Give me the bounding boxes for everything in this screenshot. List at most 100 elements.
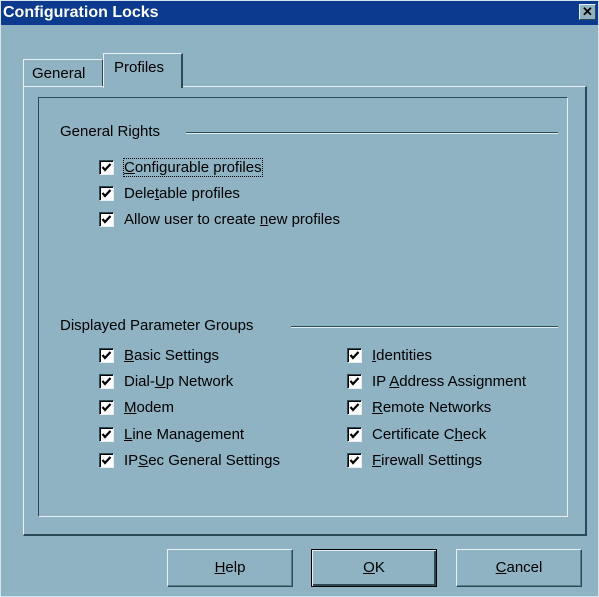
general-rights-checkbox-1[interactable]: Configurable profiles	[99, 158, 263, 177]
close-icon: ✕	[582, 4, 593, 19]
ok-mnemonic: O	[363, 559, 375, 576]
checkmark-icon	[101, 403, 112, 412]
checkbox-box[interactable]	[347, 453, 362, 468]
checkbox-box[interactable]	[347, 348, 362, 363]
label-post: odem	[136, 399, 175, 416]
general-rights-heading: General Rights	[60, 123, 161, 140]
configuration-locks-dialog: Configuration Locks ✕ General Profiles G…	[0, 0, 599, 597]
checkmark-icon	[101, 163, 112, 172]
param-group-right-checkbox-3-label: Remote Networks	[372, 399, 491, 416]
tab-general-label: General	[32, 65, 86, 82]
checkmark-icon	[349, 430, 360, 439]
tab-general[interactable]: General	[23, 59, 103, 87]
checkbox-box[interactable]	[99, 400, 114, 415]
label-mnemonic: A	[389, 373, 400, 390]
checkmark-icon	[101, 430, 112, 439]
param-group-right-checkbox-1[interactable]: Identities	[347, 347, 432, 364]
checkmark-icon	[101, 215, 112, 224]
checkbox-box[interactable]	[99, 453, 114, 468]
checkbox-box[interactable]	[99, 348, 114, 363]
param-group-left-checkbox-4-label: Line Management	[124, 426, 244, 443]
label-pre: Allow user to create	[124, 211, 260, 228]
help-button[interactable]: Help	[167, 549, 293, 587]
checkmark-icon	[349, 377, 360, 386]
checkbox-box[interactable]	[99, 160, 114, 175]
label-pre: IP	[124, 452, 139, 469]
param-group-right-checkbox-5-label: Firewall Settings	[372, 452, 482, 469]
param-group-left-checkbox-3[interactable]: Modem	[99, 399, 174, 416]
general-rights-checkbox-2[interactable]: Deletable profiles	[99, 185, 240, 202]
checkmark-icon	[101, 351, 112, 360]
param-group-left-checkbox-2-label: Dial-Up Network	[124, 373, 233, 390]
label-post: eck	[462, 426, 487, 443]
window-title: Configuration Locks	[3, 4, 159, 21]
label-mnemonic: C	[124, 159, 135, 176]
checkbox-box[interactable]	[347, 427, 362, 442]
param-group-right-checkbox-4-label: Certificate Check	[372, 426, 486, 443]
general-rights-checkbox-3-label: Allow user to create new profiles	[124, 211, 340, 228]
checkbox-box[interactable]	[99, 374, 114, 389]
checkmark-icon	[101, 189, 112, 198]
param-group-right-checkbox-1-label: Identities	[372, 347, 432, 364]
title-bar: Configuration Locks ✕	[1, 1, 598, 25]
label-post: irewall Settings	[381, 452, 483, 469]
checkbox-box[interactable]	[99, 186, 114, 201]
checkmark-icon	[349, 403, 360, 412]
cancel-button[interactable]: Cancel	[456, 549, 582, 587]
label-post: ec General Settings	[148, 452, 280, 469]
label-post: dentities	[376, 347, 433, 364]
label-post: able profiles	[159, 185, 240, 202]
label-mnemonic: M	[124, 399, 137, 416]
general-rights-checkbox-1-label: Configurable profiles	[123, 158, 263, 177]
label-mnemonic: B	[124, 347, 135, 364]
param-group-right-checkbox-5[interactable]: Firewall Settings	[347, 452, 482, 469]
checkmark-icon	[101, 456, 112, 465]
help-label: elp	[225, 559, 246, 576]
param-group-right-checkbox-4[interactable]: Certificate Check	[347, 426, 486, 443]
parameter-groups-divider	[291, 326, 558, 328]
label-post: onfigurable profiles	[134, 159, 262, 176]
param-group-right-checkbox-3[interactable]: Remote Networks	[347, 399, 491, 416]
label-post: ine Management	[132, 426, 245, 443]
cancel-mnemonic: C	[495, 559, 507, 576]
help-mnemonic: H	[214, 559, 226, 576]
tab-profiles[interactable]: Profiles	[103, 53, 183, 88]
label-post: ddress Assignment	[399, 373, 526, 390]
label-post: emote Networks	[382, 399, 492, 416]
label-post: p Network	[165, 373, 234, 390]
label-mnemonic: U	[154, 373, 166, 390]
param-group-left-checkbox-1[interactable]: Basic Settings	[99, 347, 219, 364]
cancel-label: ancel	[506, 559, 543, 576]
ok-button[interactable]: OK	[311, 549, 437, 587]
parameter-groups-heading: Displayed Parameter Groups	[60, 317, 254, 334]
label-mnemonic: h	[454, 426, 463, 443]
label-pre: Dial-	[124, 373, 155, 390]
label-pre: Certificate C	[372, 426, 455, 443]
param-group-left-checkbox-1-label: Basic Settings	[124, 347, 219, 364]
param-group-left-checkbox-3-label: Modem	[124, 399, 174, 416]
param-group-right-checkbox-2[interactable]: IP Address Assignment	[347, 373, 526, 390]
close-button[interactable]: ✕	[579, 4, 596, 20]
checkmark-icon	[101, 377, 112, 386]
label-mnemonic: F	[372, 452, 382, 469]
checkbox-box[interactable]	[99, 427, 114, 442]
general-rights-divider	[186, 132, 558, 134]
checkbox-box[interactable]	[347, 400, 362, 415]
label-mnemonic: S	[138, 452, 149, 469]
checkmark-icon	[349, 456, 360, 465]
param-group-left-checkbox-5[interactable]: IPSec General Settings	[99, 452, 280, 469]
label-mnemonic: R	[372, 399, 383, 416]
ok-label: K	[374, 559, 385, 576]
general-rights-checkbox-3[interactable]: Allow user to create new profiles	[99, 211, 340, 228]
label-pre: IP	[372, 373, 390, 390]
param-group-left-checkbox-5-label: IPSec General Settings	[124, 452, 280, 469]
label-pre: Dele	[124, 185, 155, 202]
param-group-left-checkbox-4[interactable]: Line Management	[99, 426, 244, 443]
checkmark-icon	[349, 351, 360, 360]
label-post: asic Settings	[134, 347, 220, 364]
label-mnemonic: n	[259, 211, 269, 228]
checkbox-box[interactable]	[347, 374, 362, 389]
param-group-left-checkbox-2[interactable]: Dial-Up Network	[99, 373, 233, 390]
general-rights-checkbox-2-label: Deletable profiles	[124, 185, 240, 202]
checkbox-box[interactable]	[99, 212, 114, 227]
